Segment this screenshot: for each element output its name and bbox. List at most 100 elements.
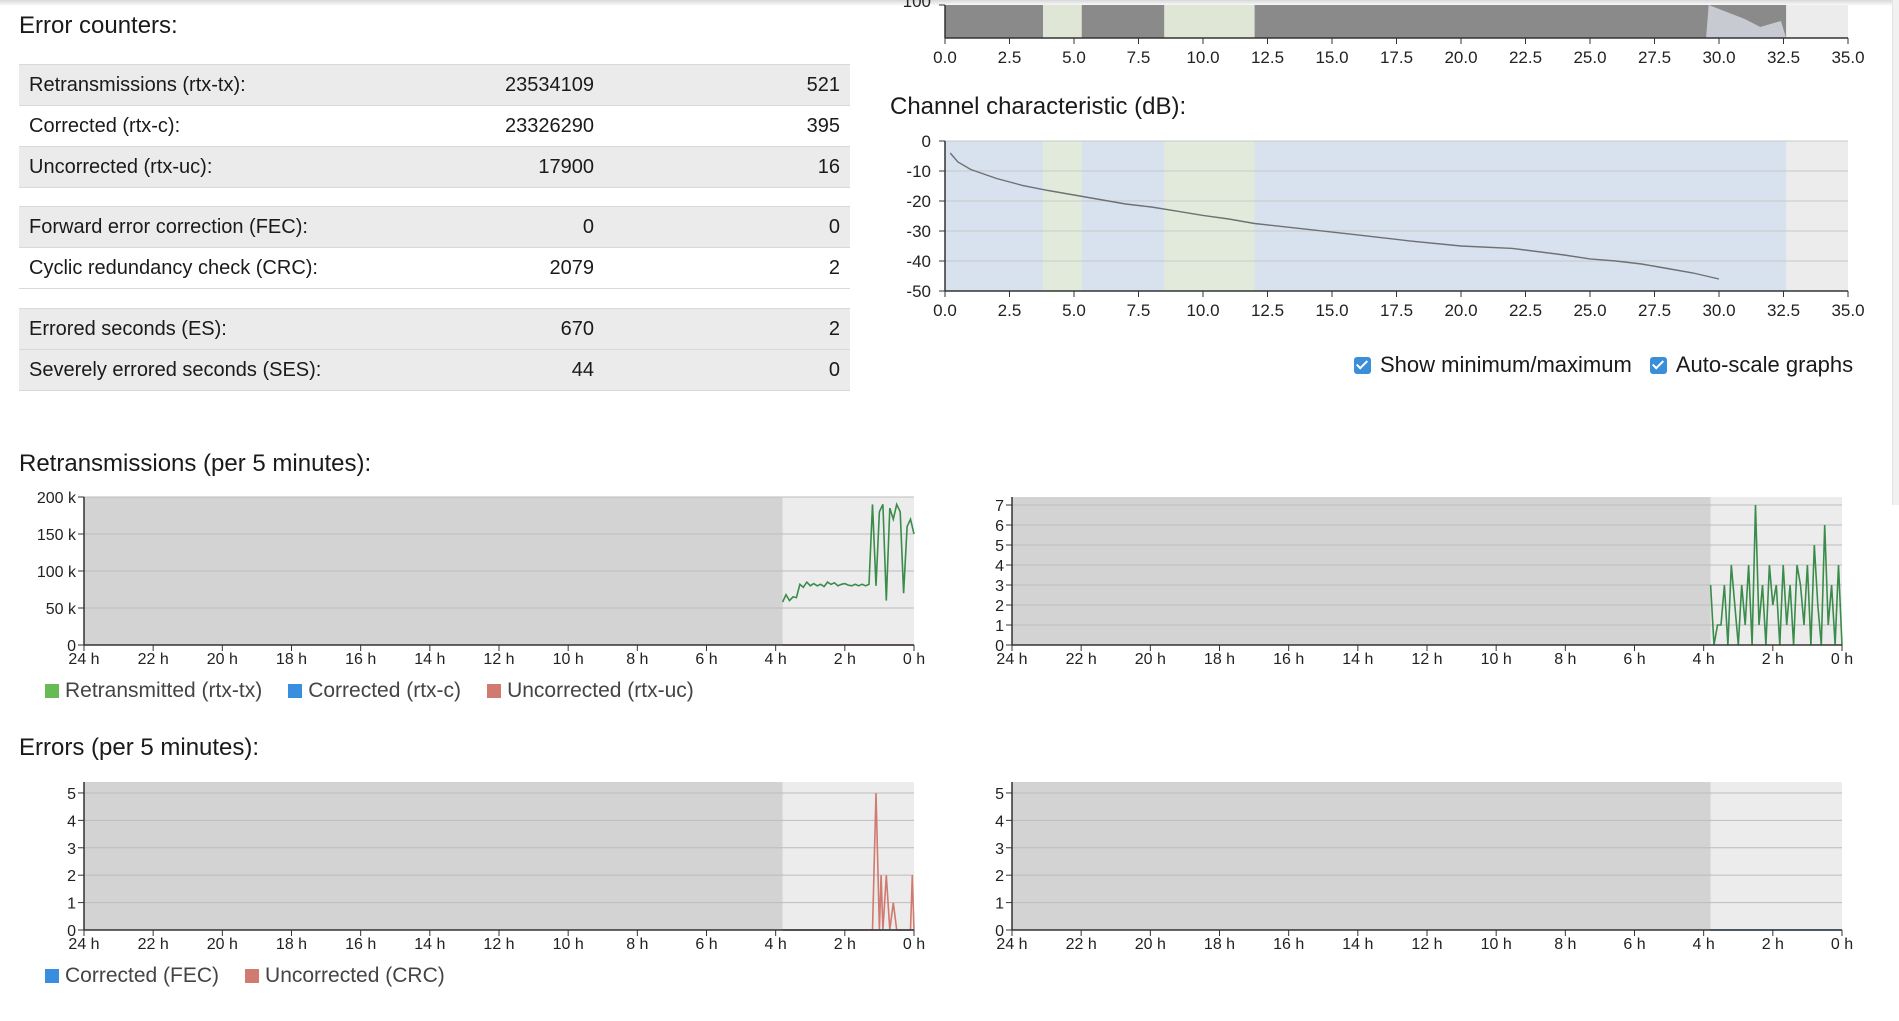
x-tick-label: 4 h	[765, 651, 787, 668]
errors-chart-right: 01234524 h 22 h 20 h 18 h 16 h 14 h 12 h 10 h8 …	[995, 782, 1853, 953]
x-tick-label: 12 h	[483, 651, 514, 668]
x-tick-label: 2 h	[834, 651, 856, 668]
x-tick-label: 17.5	[1380, 301, 1413, 320]
legend-item: Retransmitted (rtx-tx)	[45, 679, 262, 703]
frequency-band	[1164, 5, 1255, 38]
x-tick-label: 12.5	[1251, 48, 1284, 67]
x-tick-label: 14 h	[1342, 651, 1373, 668]
y-tick-label: 4	[995, 558, 1004, 575]
frequency-band	[1043, 141, 1082, 291]
x-tick-label: 4 h	[765, 936, 787, 953]
y-tick-label: 3	[67, 841, 76, 858]
x-tick-label: 4 h	[1693, 936, 1715, 953]
counter-total: 17900	[538, 156, 594, 178]
legend-swatch-blue	[288, 684, 303, 698]
x-tick-label: 2.5	[998, 301, 1022, 320]
x-tick-label: 20 h	[207, 936, 238, 953]
legend-swatch-green	[45, 684, 59, 698]
x-tick-label: 8 h	[1554, 651, 1576, 668]
y-tick-label: 1	[995, 618, 1004, 635]
x-tick-label: 22 h	[1066, 651, 1097, 668]
x-tick-label: 10 h	[1481, 651, 1512, 668]
y-tick-label: 2	[995, 598, 1004, 615]
x-tick-label: 16 h	[1273, 651, 1304, 668]
y-tick-label: 5	[995, 786, 1004, 803]
counter-recent: 0	[828, 216, 840, 238]
x-tick-label: 12.5	[1251, 301, 1284, 320]
x-tick-label: 20.0	[1444, 48, 1477, 67]
y-tick-label: 1	[67, 896, 76, 913]
counter-total: 2079	[549, 257, 595, 279]
autoscale-label[interactable]: Auto-scale graphs	[1676, 352, 1853, 378]
vertical-scrollbar[interactable]	[1892, 0, 1899, 505]
frequency-band	[1081, 141, 1165, 291]
legend-item: Uncorrected (rtx-uc)	[487, 679, 694, 703]
x-tick-label: 22.5	[1509, 48, 1542, 67]
y-tick-label: -20	[906, 192, 931, 211]
legend-item: Corrected (FEC)	[45, 964, 219, 988]
x-tick-label: 2.5	[998, 48, 1022, 67]
x-tick-label: 14 h	[1342, 936, 1373, 953]
x-tick-label: 25.0	[1573, 48, 1606, 67]
x-tick-label: 18 h	[1204, 651, 1235, 668]
y-tick-label: 50 k	[46, 601, 77, 618]
counter-label: Cyclic redundancy check (CRC):	[29, 257, 318, 279]
x-tick-label: 24 h	[996, 651, 1027, 668]
counter-label: Forward error correction (FEC):	[29, 216, 308, 238]
x-tick-label: 12 h	[1411, 651, 1442, 668]
counter-total: 23534109	[505, 74, 594, 96]
show-minmax-checkbox[interactable]	[1354, 356, 1371, 374]
x-tick-label: 0.0	[933, 301, 957, 320]
x-tick-label: 35.0	[1831, 48, 1864, 67]
x-tick-label: 7.5	[1127, 48, 1151, 67]
x-tick-label: 15.0	[1315, 301, 1348, 320]
show-minmax-label[interactable]: Show minimum/maximum	[1380, 352, 1632, 378]
counter-group-fec-crc: Forward error correction (FEC): 0 0 Cycl…	[19, 206, 850, 289]
x-tick-label: 22.5	[1509, 301, 1542, 320]
error-counters-title: Error counters:	[19, 12, 178, 39]
x-tick-label: 20 h	[1135, 651, 1166, 668]
frequency-band	[1043, 5, 1082, 38]
legend-label: Retransmitted (rtx-tx)	[65, 679, 263, 702]
counter-row: Severely errored seconds (SES): 44 0	[19, 349, 850, 391]
legend-item: Corrected (rtx-c)	[288, 679, 461, 703]
counter-row: Cyclic redundancy check (CRC): 2079 2	[19, 247, 850, 289]
counter-label: Uncorrected (rtx-uc):	[29, 156, 213, 178]
legend-swatch-blue	[45, 969, 59, 983]
x-tick-label: 0 h	[903, 651, 925, 668]
y-tick-label: 5	[67, 786, 76, 803]
x-tick-label: 24 h	[68, 936, 99, 953]
legend-item: Uncorrected (CRC)	[245, 964, 445, 988]
autoscale-checkbox[interactable]	[1649, 356, 1667, 374]
x-tick-label: 12 h	[483, 936, 514, 953]
x-tick-label: 22 h	[138, 936, 169, 953]
counter-group-retransmissions: Retransmissions (rtx-tx): 23534109 521 C…	[19, 64, 850, 188]
y-tick-label: 6	[995, 518, 1004, 535]
y-tick-label: -10	[906, 162, 931, 181]
counter-label: Severely errored seconds (SES):	[29, 359, 322, 381]
x-tick-label: 5.0	[1062, 48, 1086, 67]
counter-label: Retransmissions (rtx-tx):	[29, 74, 246, 96]
x-tick-label: 18 h	[276, 936, 307, 953]
errors-chart-left: 01234524 h 22 h 20 h 18 h 16 h 14 h 12 h 10 h8 …	[67, 782, 925, 953]
y-tick-label: 2	[67, 868, 76, 885]
x-tick-label: 27.5	[1638, 301, 1671, 320]
counter-total: 670	[560, 318, 594, 340]
x-tick-label: 10.0	[1186, 301, 1219, 320]
y-tick-label: -40	[906, 252, 931, 271]
x-tick-label: 30.0	[1702, 301, 1735, 320]
x-tick-label: 22 h	[138, 651, 169, 668]
y-tick-label: -50	[906, 282, 931, 301]
x-tick-label: 2 h	[1762, 936, 1784, 953]
counter-row: Uncorrected (rtx-uc): 17900 16	[19, 146, 850, 188]
x-tick-label: 7.5	[1127, 301, 1151, 320]
x-tick-label: 15.0	[1315, 48, 1348, 67]
channel-characteristic-chart: 0 -10 -20 -30 -40 -500.0 2.5 5.0 7.5 10.0 12.5 15.0…	[906, 132, 1864, 320]
x-tick-label: 24 h	[68, 651, 99, 668]
errors-title: Errors (per 5 minutes):	[19, 734, 260, 761]
legend-label: Corrected (FEC)	[65, 964, 220, 987]
x-tick-label: 6 h	[695, 651, 717, 668]
y-tick-label: 4	[67, 813, 76, 830]
legend-swatch-red	[487, 684, 502, 698]
x-tick-label: 10.0	[1186, 48, 1219, 67]
